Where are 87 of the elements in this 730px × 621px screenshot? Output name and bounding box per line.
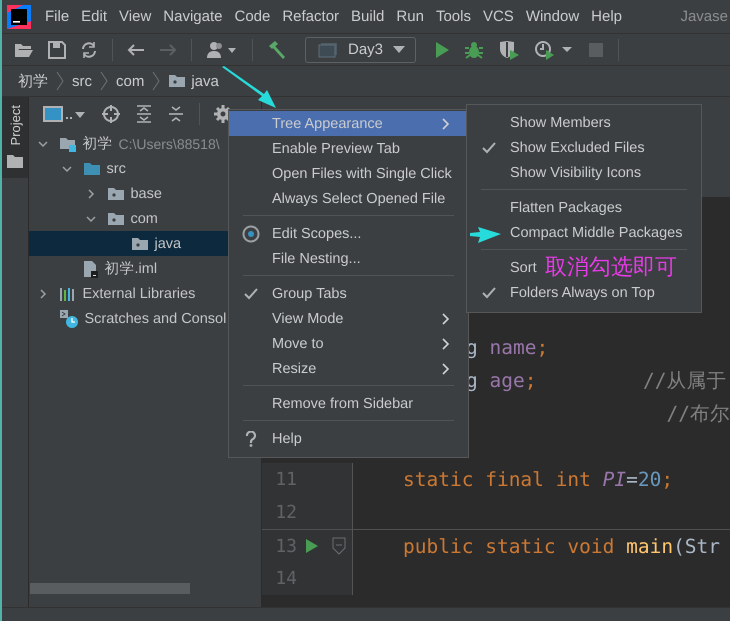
- chevron-right-icon: [56, 70, 64, 92]
- run-icon[interactable]: [305, 538, 320, 554]
- project-side-tab[interactable]: Project: [2, 97, 28, 178]
- file-icon: [83, 260, 100, 278]
- menu-item[interactable]: Flatten Packages: [467, 195, 624, 220]
- package-folder-icon: [131, 236, 150, 250]
- menu-item[interactable]: Move to: [229, 331, 468, 356]
- chevron-right-icon: [442, 118, 450, 130]
- menu-item[interactable]: Resize: [229, 356, 468, 381]
- menu-item[interactable]: Remove from Sidebar: [229, 391, 468, 416]
- checkmark-icon: [482, 286, 496, 298]
- caret-icon: [393, 46, 406, 54]
- menu-item[interactable]: Tools: [430, 8, 477, 25]
- menu-item[interactable]: Help: [229, 426, 468, 451]
- menu-item[interactable]: Run: [390, 8, 430, 25]
- menu-item[interactable]: Help: [585, 8, 628, 25]
- menu-item[interactable]: Refactor: [276, 8, 346, 25]
- code-comment: //布尔: [666, 401, 730, 427]
- run-icon[interactable]: [434, 40, 450, 58]
- chevron-right-icon: [442, 338, 450, 350]
- code-comment: //从属于: [643, 368, 727, 394]
- radio-target-icon: [242, 224, 260, 242]
- chevron-right-icon: [442, 362, 450, 374]
- menu-item[interactable]: Edit: [75, 8, 114, 25]
- question-mark-icon: [244, 430, 256, 446]
- expand-all-icon[interactable]: [135, 104, 154, 122]
- run-config-dropdown[interactable]: Day3: [305, 36, 416, 62]
- package-folder-icon: [107, 186, 126, 200]
- profiler-clock-icon[interactable]: [534, 40, 574, 60]
- bug-icon[interactable]: [464, 40, 484, 60]
- menu-item[interactable]: Code: [228, 8, 276, 25]
- menu-item[interactable]: File: [39, 8, 76, 25]
- menu-item[interactable]: VCS: [476, 8, 520, 25]
- coverage-shield-icon[interactable]: [498, 40, 520, 60]
- tree-label: External Libraries: [82, 286, 196, 302]
- checkmark-icon: [482, 142, 496, 154]
- menu-item[interactable]: Sort: [467, 255, 539, 280]
- arrow: [470, 226, 501, 244]
- tree-label: Scratches and Consol: [84, 310, 226, 326]
- tree-label: java: [154, 236, 182, 252]
- crosshair-icon[interactable]: [101, 104, 122, 124]
- window-icon: [318, 42, 338, 58]
- breadcrumb-item[interactable]: java: [191, 72, 219, 90]
- module-folder-icon: [59, 136, 78, 152]
- package-folder-icon: [107, 212, 126, 226]
- menu-item[interactable]: Build: [345, 8, 390, 25]
- folder-icon: [7, 155, 24, 168]
- breadcrumb-item[interactable]: 初学: [18, 72, 48, 90]
- folder-icon: [83, 162, 102, 176]
- tree-label: com: [130, 210, 158, 226]
- user-dropdown-icon[interactable]: [206, 40, 238, 58]
- view-dropdown-icon[interactable]: [43, 104, 88, 122]
- app-logo-icon: [7, 4, 31, 28]
- back-arrow-icon[interactable]: [127, 42, 145, 56]
- menu-item[interactable]: Show Members: [467, 110, 613, 135]
- checkmark-icon: [244, 288, 258, 300]
- project-title: Javase: [680, 8, 729, 25]
- module-path: C:\Users\88518\: [118, 136, 220, 152]
- scratch-clock-icon: [59, 308, 80, 328]
- menu-item[interactable]: Navigate: [157, 8, 228, 25]
- menu-item[interactable]: Show Visibility Icons: [467, 160, 644, 185]
- code-line: public static void main(Str: [403, 534, 720, 558]
- tree-label: 初学: [82, 134, 112, 153]
- save-icon[interactable]: [48, 40, 66, 58]
- tree-label: src: [106, 160, 126, 176]
- tree-label: 初学.iml: [104, 260, 158, 278]
- chevron-right-icon: [442, 312, 450, 324]
- breadcrumb-item[interactable]: src: [72, 72, 92, 90]
- arrow: [222, 66, 278, 110]
- menu-item[interactable]: Show Excluded Files: [467, 135, 647, 160]
- sync-icon[interactable]: [80, 40, 98, 58]
- tree-label: base: [130, 186, 162, 202]
- menu-item[interactable]: View: [113, 8, 158, 25]
- menu-item[interactable]: Compact Middle Packages: [467, 220, 684, 245]
- chevron-right-icon: [152, 70, 160, 92]
- collapse-all-icon[interactable]: [167, 104, 186, 122]
- scrollbar[interactable]: [30, 583, 190, 594]
- package-folder-icon: [168, 74, 186, 88]
- code-line: static final int PI=20;: [403, 468, 674, 491]
- menu-item[interactable]: Window: [520, 8, 586, 25]
- fold-marker-icon[interactable]: [332, 537, 346, 555]
- annotation-text: 取消勾选即可: [545, 257, 677, 279]
- menu-item[interactable]: Folders Always on Top: [467, 280, 657, 305]
- hammer-icon[interactable]: [267, 40, 287, 60]
- breadcrumb-item[interactable]: com: [116, 72, 144, 90]
- chevron-right-icon: [100, 70, 108, 92]
- open-folder-icon[interactable]: [14, 42, 34, 58]
